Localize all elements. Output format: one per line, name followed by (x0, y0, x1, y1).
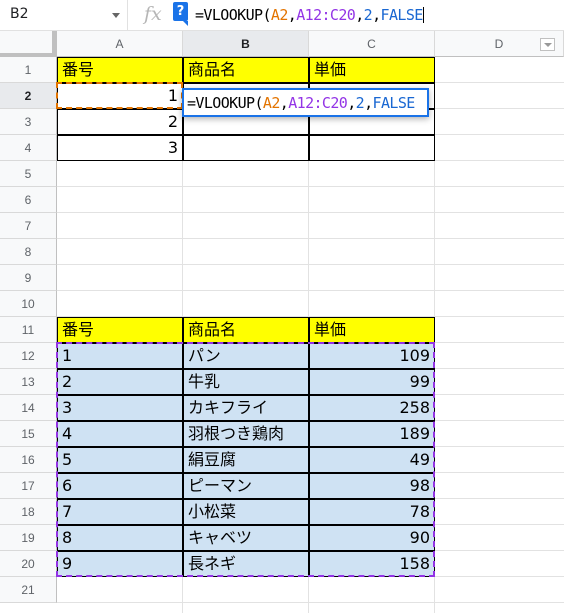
table-row-cell[interactable]: パン (183, 343, 309, 369)
formula-token: =VLOOKUP( (187, 94, 263, 112)
row-header-14[interactable]: 14 (0, 395, 57, 421)
formula-token: A12:C20 (288, 94, 348, 112)
formula-token: FALSE (372, 94, 416, 112)
row-header-10[interactable]: 10 (0, 291, 57, 317)
table-header-cell[interactable]: 単価 (309, 57, 435, 83)
column-header-a[interactable]: A (57, 31, 183, 57)
row-header-21[interactable]: 21 (0, 577, 57, 603)
table-row-cell[interactable]: 絹豆腐 (183, 447, 309, 473)
table-row-cell[interactable]: 9 (57, 551, 183, 577)
table-header-cell[interactable]: 番号 (57, 57, 183, 83)
row-header-3[interactable]: 3 (0, 109, 57, 135)
row-header-20[interactable]: 20 (0, 551, 57, 577)
formula-token: , (347, 94, 356, 112)
table-cell[interactable]: 1 (57, 83, 183, 109)
select-all-corner[interactable] (0, 31, 57, 57)
table-header-cell[interactable]: 単価 (309, 317, 435, 343)
name-box-value: B2 (10, 6, 29, 22)
chevron-down-icon (544, 43, 552, 47)
formula-token: A2 (270, 6, 288, 24)
table-row-cell[interactable]: カキフライ (183, 395, 309, 421)
formula-token: , (279, 94, 289, 112)
row-header-15[interactable]: 15 (0, 421, 57, 447)
table-header-cell[interactable]: 商品名 (183, 317, 309, 343)
row-header-11[interactable]: 11 (0, 317, 57, 343)
formula-token: A12:C20 (296, 6, 356, 24)
table-cell[interactable]: 3 (57, 135, 183, 161)
table-cell[interactable]: 2 (57, 109, 183, 135)
table-row-cell[interactable]: 258 (309, 395, 435, 421)
table-row-cell[interactable]: 牛乳 (183, 369, 309, 395)
name-box-dropdown-icon[interactable] (112, 13, 120, 18)
gridline-horizontal (57, 238, 564, 239)
gridline-horizontal (57, 212, 564, 213)
text-caret (422, 7, 424, 23)
spreadsheet-grid: ABCD 1 2 3 4 5 6 7 8 9 10 11 12 13 14 15 16 17 18 19 20 21 番… (0, 31, 564, 613)
table-row-cell[interactable]: 8 (57, 525, 183, 551)
row-header-12[interactable]: 12 (0, 343, 57, 369)
table-header-cell[interactable]: 商品名 (183, 57, 309, 83)
formula-token: 2 (363, 6, 373, 24)
table-header-cell[interactable]: 番号 (57, 317, 183, 343)
formula-token: FALSE (380, 6, 424, 24)
table-row-cell[interactable]: 90 (309, 525, 435, 551)
table-row-cell[interactable]: 4 (57, 421, 183, 447)
table-row-cell[interactable]: 7 (57, 499, 183, 525)
formula-token: A2 (262, 94, 280, 112)
column-header-b[interactable]: B (183, 31, 309, 57)
table-row-cell[interactable]: 2 (57, 369, 183, 395)
formula-token: , (372, 6, 381, 24)
gridline-horizontal (57, 186, 564, 187)
column-header-c[interactable]: C (309, 31, 435, 57)
row-header-17[interactable]: 17 (0, 473, 57, 499)
formula-token: 2 (355, 94, 365, 112)
row-header-2[interactable]: 2 (0, 83, 57, 109)
table-row-cell[interactable]: 6 (57, 473, 183, 499)
formula-bar: B2 fx ? =VLOOKUP(A2,A12:C20,2,FALSE (0, 0, 564, 31)
table-row-cell[interactable]: 98 (309, 473, 435, 499)
row-header-4[interactable]: 4 (0, 135, 57, 161)
gridline-horizontal (57, 602, 564, 603)
formula-token: , (355, 6, 364, 24)
table-row-cell[interactable]: 5 (57, 447, 183, 473)
fx-icon: fx (144, 3, 162, 25)
formula-token: , (287, 6, 297, 24)
table-row-cell[interactable]: 小松菜 (183, 499, 309, 525)
formula-token: , (364, 94, 373, 112)
table-row-cell[interactable]: 189 (309, 421, 435, 447)
table-row-cell[interactable]: 3 (57, 395, 183, 421)
table-cell[interactable] (183, 135, 309, 161)
table-row-cell[interactable]: キャベツ (183, 525, 309, 551)
row-header-5[interactable]: 5 (0, 161, 57, 187)
row-header-9[interactable]: 9 (0, 265, 57, 291)
table-row-cell[interactable]: ピーマン (183, 473, 309, 499)
table-row-cell[interactable]: 1 (57, 343, 183, 369)
table-row-cell[interactable]: 78 (309, 499, 435, 525)
table-row-cell[interactable]: 長ネギ (183, 551, 309, 577)
name-box[interactable]: B2 (0, 0, 128, 31)
row-header-1[interactable]: 1 (0, 57, 57, 83)
column-menu-button[interactable] (540, 38, 555, 51)
gridline-horizontal (57, 290, 564, 291)
row-header-7[interactable]: 7 (0, 213, 57, 239)
table-row-cell[interactable]: 109 (309, 343, 435, 369)
row-header-8[interactable]: 8 (0, 239, 57, 265)
row-header-16[interactable]: 16 (0, 447, 57, 473)
formula-token: =VLOOKUP( (195, 6, 271, 24)
table-row-cell[interactable]: 49 (309, 447, 435, 473)
row-header-6[interactable]: 6 (0, 187, 57, 213)
cell-editor[interactable]: =VLOOKUP(A2,A12:C20,2,FALSE (182, 88, 429, 117)
formula-input[interactable]: =VLOOKUP(A2,A12:C20,2,FALSE (195, 6, 424, 24)
formula-help-pointer (183, 21, 188, 26)
table-row-cell[interactable]: 99 (309, 369, 435, 395)
row-header-19[interactable]: 19 (0, 525, 57, 551)
row-header-13[interactable]: 13 (0, 369, 57, 395)
table-row-cell[interactable]: 158 (309, 551, 435, 577)
row-header-18[interactable]: 18 (0, 499, 57, 525)
table-row-cell[interactable]: 羽根つき鶏肉 (183, 421, 309, 447)
gridline-horizontal (57, 264, 564, 265)
formula-help-icon[interactable]: ? (173, 2, 188, 21)
table-cell[interactable] (309, 135, 435, 161)
